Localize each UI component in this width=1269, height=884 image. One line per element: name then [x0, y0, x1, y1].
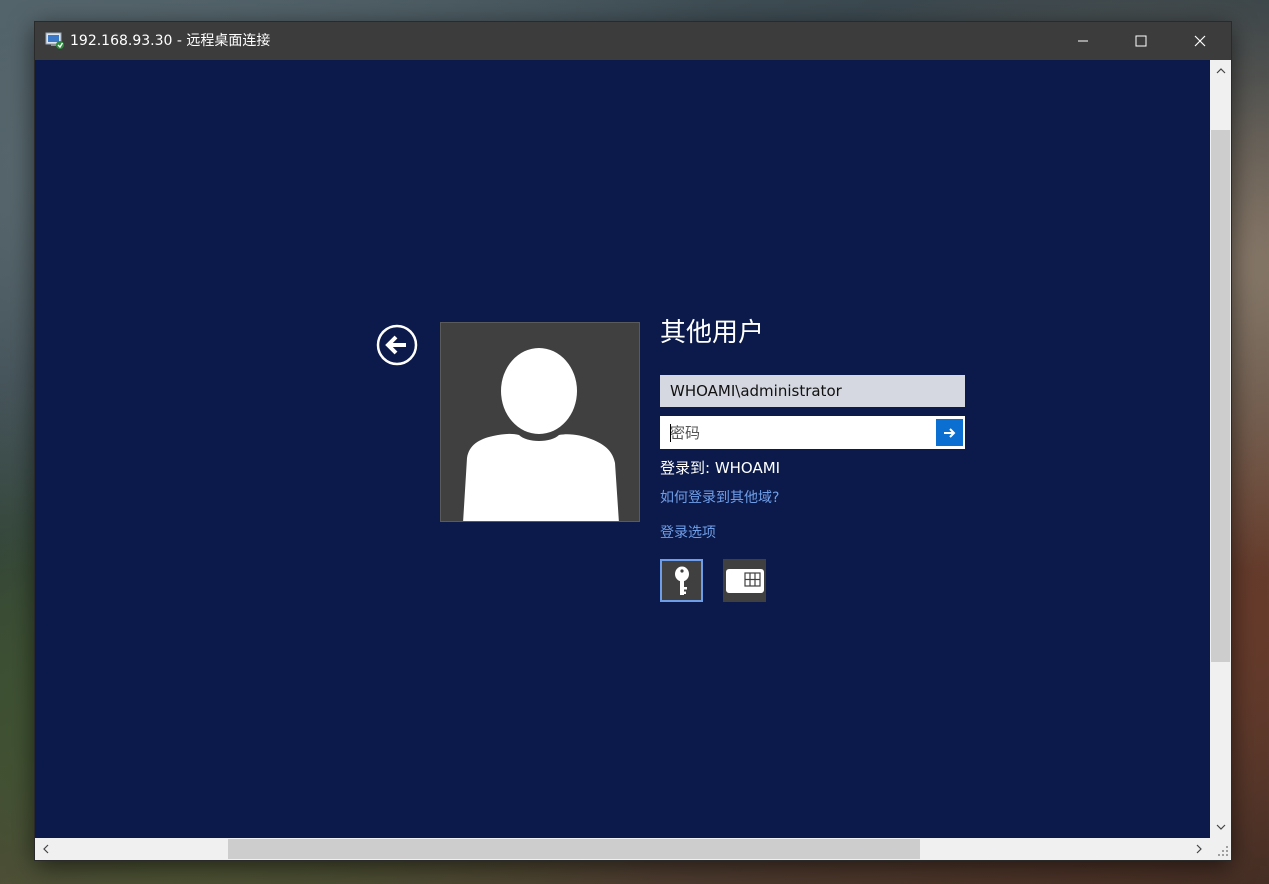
chevron-down-icon	[1216, 824, 1225, 830]
window-title: 192.168.93.30 - 远程桌面连接	[70, 33, 271, 49]
password-box	[660, 416, 965, 449]
remote-screen[interactable]: 其他用户 WHOAMI\administrator 登录到: WHOAMI 如何…	[35, 60, 1210, 838]
user-avatar	[440, 322, 640, 522]
scroll-up-button[interactable]	[1210, 62, 1231, 80]
user-title: 其他用户	[660, 318, 765, 348]
text-cursor	[670, 424, 671, 442]
remote-desktop-icon	[45, 32, 65, 50]
smart-card-icon	[725, 568, 764, 593]
other-domain-link[interactable]: 如何登录到其他域?	[660, 488, 779, 508]
submit-button[interactable]	[936, 419, 963, 446]
scroll-down-button[interactable]	[1210, 818, 1231, 836]
key-icon	[674, 566, 689, 595]
vertical-scroll-thumb[interactable]	[1211, 130, 1230, 662]
resize-grip[interactable]	[1210, 838, 1231, 860]
close-button[interactable]	[1171, 22, 1229, 60]
sign-in-options-link[interactable]: 登录选项	[660, 523, 716, 543]
chevron-left-icon	[43, 844, 49, 854]
chevron-up-icon	[1216, 68, 1225, 74]
domain-label: 登录到: WHOAMI	[660, 459, 781, 477]
password-option-button[interactable]	[660, 559, 703, 602]
rdp-window: 192.168.93.30 - 远程桌面连接 其他用户 WHOAMI\admin…	[35, 22, 1231, 860]
scroll-left-button[interactable]	[37, 838, 55, 860]
minimize-icon	[1078, 40, 1088, 42]
back-arrow-icon	[376, 324, 418, 366]
smart-card-option-button[interactable]	[723, 559, 766, 602]
password-input[interactable]	[661, 417, 934, 448]
close-icon	[1194, 35, 1206, 47]
chevron-right-icon	[1196, 844, 1202, 854]
scroll-right-button[interactable]	[1190, 838, 1208, 860]
user-silhouette-icon	[463, 348, 619, 521]
maximize-button[interactable]	[1112, 22, 1170, 60]
title-bar[interactable]: 192.168.93.30 - 远程桌面连接	[35, 22, 1231, 60]
back-button[interactable]	[375, 323, 419, 367]
horizontal-scrollbar[interactable]	[35, 838, 1210, 860]
minimize-button[interactable]	[1054, 22, 1112, 60]
username-field[interactable]: WHOAMI\administrator	[660, 375, 965, 407]
vertical-scrollbar[interactable]	[1210, 60, 1231, 838]
arrow-right-icon	[943, 427, 955, 438]
maximize-icon	[1135, 35, 1147, 47]
horizontal-scroll-thumb[interactable]	[228, 839, 920, 859]
resize-grip-icon	[1218, 846, 1228, 856]
